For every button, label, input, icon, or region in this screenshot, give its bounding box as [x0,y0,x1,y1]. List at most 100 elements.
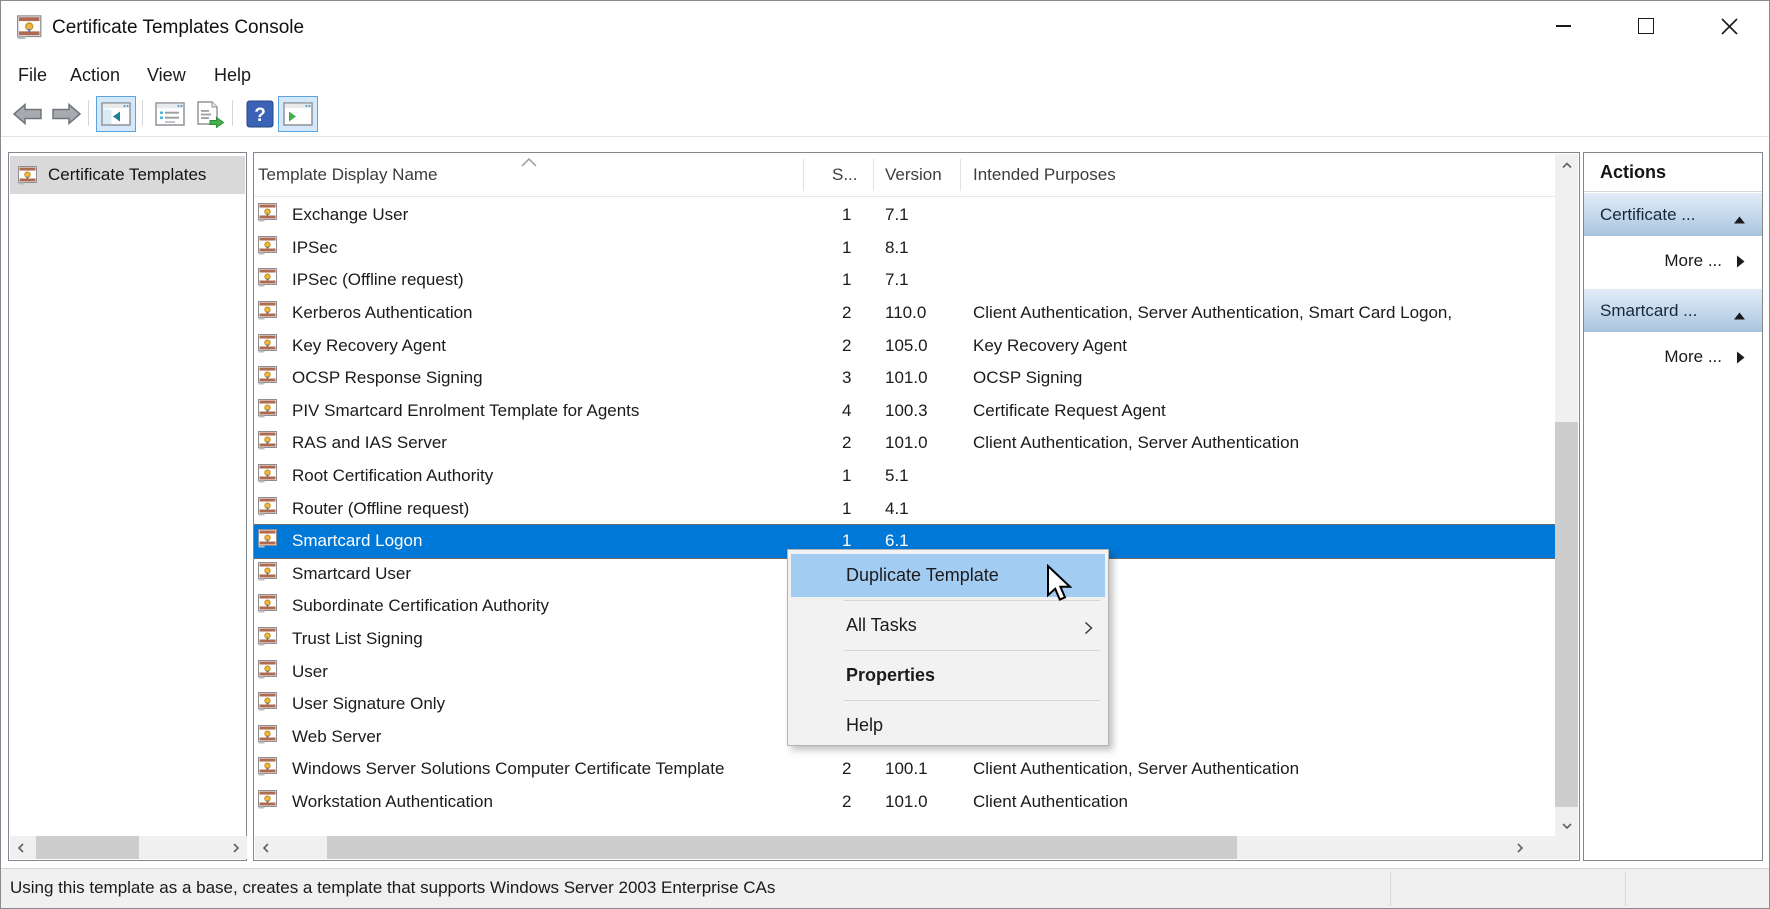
column-header-intended-purposes[interactable]: Intended Purposes [973,153,1373,196]
table-row[interactable]: Windows Server Solutions Computer Certif… [254,753,1556,786]
tree-hscroll-thumb[interactable] [36,836,139,859]
list-vertical-scrollbar[interactable] [1555,154,1578,837]
menu-item-label: Help [846,715,883,736]
template-version: 105.0 [885,336,928,356]
template-version: 8.1 [885,238,909,258]
title-bar: Certificate Templates Console [0,0,1770,58]
show-console-tree-icon [101,102,131,126]
table-row[interactable]: OCSP Response Signing3101.0OCSP Signing [254,362,1556,395]
certificate-template-icon [258,334,279,358]
list-header: Template Display NameS...VersionIntended… [254,153,1556,197]
scroll-right-button[interactable] [224,836,247,859]
template-version: 4.1 [885,499,909,519]
template-version: 101.0 [885,433,928,453]
scrollbar-corner [1555,836,1578,859]
maximize-icon [1638,18,1654,34]
status-divider [1390,872,1391,906]
close-button[interactable] [1696,0,1762,52]
menu-item-label: Duplicate Template [846,565,999,586]
certificate-template-icon [258,594,279,618]
action-group-header-certificate[interactable]: Certificate ... [1584,193,1762,236]
help-button[interactable]: ? [240,96,280,132]
menu-action[interactable]: Action [70,65,120,86]
template-name: Trust List Signing [292,629,423,649]
template-version: 110.0 [885,303,926,323]
table-row[interactable]: Router (Offline request)14.1 [254,492,1556,525]
scroll-left-button[interactable] [10,836,33,859]
certificate-template-icon [258,464,279,488]
export-list-button[interactable] [190,96,230,132]
actions-pane: Actions Certificate ...More ...Smartcard… [1583,152,1763,861]
context-menu-item-properties[interactable]: Properties [791,654,1105,697]
table-row[interactable]: PIV Smartcard Enrolment Template for Age… [254,395,1556,428]
window-title: Certificate Templates Console [52,17,304,39]
help-icon: ? [245,100,275,128]
action-group-header-smartcard[interactable]: Smartcard ... [1584,289,1762,332]
properties-button[interactable] [150,96,190,132]
template-purposes: Client Authentication, Server Authentica… [973,759,1299,779]
table-row[interactable]: IPSec18.1 [254,232,1556,265]
template-name: IPSec (Offline request) [292,270,464,290]
table-row[interactable]: RAS and IAS Server2101.0Client Authentic… [254,427,1556,460]
template-schema: 1 [842,205,851,225]
toolbar-separator [88,100,89,126]
context-menu-item-help[interactable]: Help [791,704,1105,747]
status-bar: Using this template as a base, creates a… [0,868,1770,909]
certificate-template-icon [258,236,279,260]
menu-view[interactable]: View [147,65,186,86]
table-row[interactable]: IPSec (Offline request)17.1 [254,264,1556,297]
properties-icon [155,102,185,126]
template-name: User Signature Only [292,694,445,714]
template-name: Windows Server Solutions Computer Certif… [292,759,724,779]
context-menu-item-all-tasks[interactable]: All Tasks [791,604,1105,647]
close-icon [1721,18,1738,35]
table-row[interactable]: Workstation Authentication2101.0Client A… [254,786,1556,819]
maximize-button[interactable] [1613,0,1679,52]
scroll-up-button[interactable] [1555,154,1578,177]
template-schema: 2 [842,336,851,356]
column-header-s[interactable]: S... [832,153,870,196]
list-vscroll-thumb[interactable] [1555,422,1578,807]
template-version: 5.1 [885,466,909,486]
tree-item-certificate-templates[interactable]: Certificate Templates [10,156,245,194]
collapse-up-icon[interactable] [1733,307,1746,325]
template-purposes: Key Recovery Agent [973,336,1127,356]
certificate-template-icon [258,660,279,684]
table-row[interactable]: Root Certification Authority15.1 [254,460,1556,493]
submenu-chevron-icon [1084,619,1093,640]
menu-file[interactable]: File [18,65,47,86]
list-horizontal-scrollbar[interactable] [255,836,1555,859]
back-arrow-button[interactable] [8,96,48,132]
template-name: Exchange User [292,205,408,225]
template-schema: 4 [842,401,851,421]
template-name: Workstation Authentication [292,792,493,812]
certificate-template-icon [258,692,279,716]
mouse-cursor-icon [1046,564,1073,607]
list-hscroll-thumb[interactable] [327,836,1237,859]
table-row[interactable]: Kerberos Authentication2110.0Client Auth… [254,297,1556,330]
scroll-right-button[interactable] [1508,836,1531,859]
tree-horizontal-scrollbar[interactable] [10,836,247,859]
forward-arrow-button[interactable] [46,96,86,132]
minimize-button[interactable] [1530,0,1596,52]
action-more-item[interactable]: More ... [1584,239,1762,283]
toolbar-separator [232,100,233,126]
scroll-left-button[interactable] [255,836,278,859]
more-label: More ... [1664,347,1722,367]
template-schema: 2 [842,759,851,779]
scroll-down-button[interactable] [1555,814,1578,837]
menu-bar: File Action View Help [0,58,1770,92]
menu-help[interactable]: Help [214,65,251,86]
table-row[interactable]: Key Recovery Agent2105.0Key Recovery Age… [254,329,1556,362]
template-name: OCSP Response Signing [292,368,483,388]
toolbar: ? [0,92,1770,137]
column-header-version[interactable]: Version [885,153,957,196]
certificate-template-icon [258,203,279,227]
show-console-tree-button[interactable] [96,96,136,132]
show-action-pane-button[interactable] [278,96,318,132]
action-more-item[interactable]: More ... [1584,335,1762,379]
collapse-up-icon[interactable] [1733,211,1746,229]
action-group-label: Smartcard ... [1600,301,1697,321]
template-purposes: Certificate Request Agent [973,401,1166,421]
table-row[interactable]: Exchange User17.1 [254,199,1556,232]
